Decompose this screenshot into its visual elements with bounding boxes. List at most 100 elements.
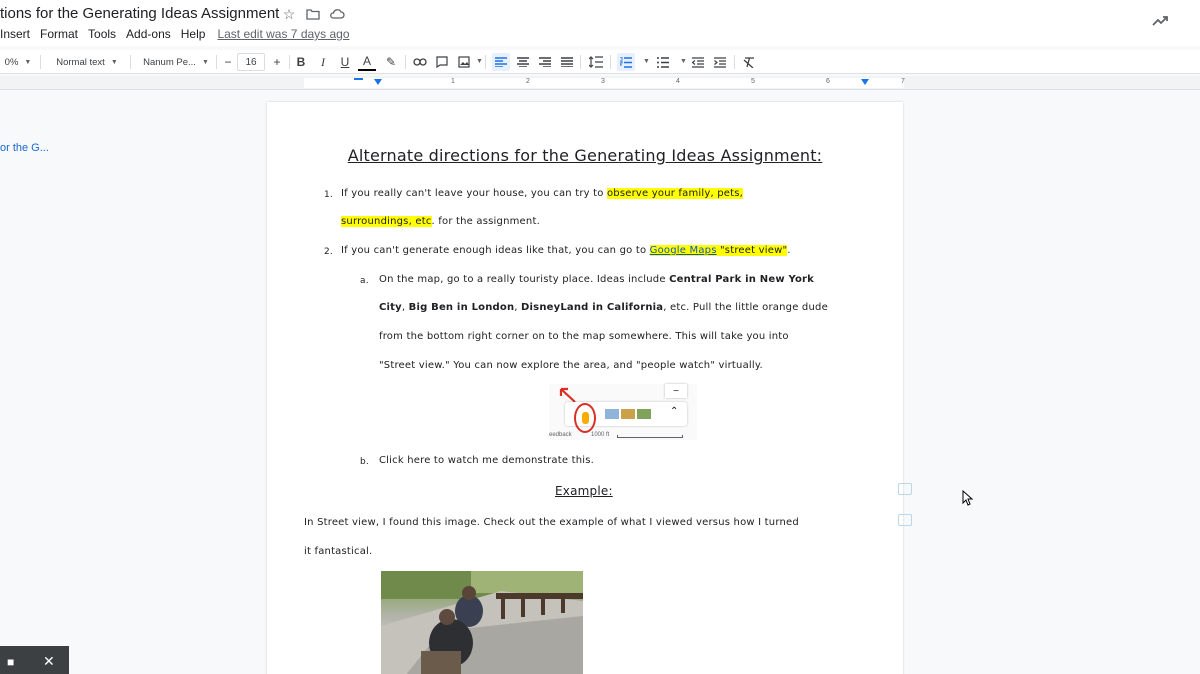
pegman-icon xyxy=(574,403,596,433)
sub-item-a-line-1: On the map, go to a really touristy plac… xyxy=(379,274,814,285)
underline-button[interactable]: U xyxy=(336,53,354,71)
bold-button[interactable]: B xyxy=(292,53,310,71)
ruler-number: 3 xyxy=(601,78,605,85)
thumbnail-image xyxy=(605,409,619,419)
toolbar-divider xyxy=(734,55,735,69)
list-letter: b. xyxy=(360,457,369,467)
increase-font-size-button[interactable]: + xyxy=(268,53,286,71)
pegman-figure xyxy=(582,412,589,424)
zoom-select[interactable]: 0% ▼ xyxy=(0,53,36,71)
bold-text: Central Park in New York xyxy=(669,274,815,285)
google-maps-link[interactable]: Google Maps xyxy=(650,245,717,256)
chevron-down-icon: ▼ xyxy=(201,58,209,66)
toolbar-divider xyxy=(130,55,131,69)
last-edit-link[interactable]: Last edit was 7 days ago xyxy=(217,27,349,41)
ruler[interactable]: 1 2 3 4 5 6 7 xyxy=(0,76,1200,90)
map-feedback-label: eedback xyxy=(549,432,572,438)
close-icon[interactable]: ✕ xyxy=(43,653,55,670)
list-item-2: If you can't generate enough ideas like … xyxy=(341,245,791,256)
align-right-icon[interactable] xyxy=(536,53,554,71)
sub-item-a-line-3: from the bottom right corner on to the m… xyxy=(379,331,789,342)
formatting-toolbar: 0% ▼ Normal text ▼ Nanum Pe... ▼ − 16 + B I… xyxy=(0,50,1200,74)
title-icons: ☆ xyxy=(281,6,345,22)
right-indent-marker[interactable] xyxy=(861,79,869,85)
text-run: If you can't generate enough ideas like … xyxy=(341,245,650,256)
sub-item-b[interactable]: Click here to watch me demonstrate this. xyxy=(379,455,594,466)
expand-icon: ⌃ xyxy=(670,406,679,417)
line-spacing-icon[interactable] xyxy=(587,53,605,71)
insert-image-icon[interactable] xyxy=(455,53,473,71)
docs-app: tions for the Generating Ideas Assignmen… xyxy=(0,0,1200,674)
toolbar-divider xyxy=(405,55,406,69)
toolbar-divider xyxy=(289,55,290,69)
toolbar-divider xyxy=(580,55,581,69)
chevron-down-icon[interactable]: ▼ xyxy=(680,58,687,65)
map-scale-bar xyxy=(617,435,683,438)
activity-trend-icon[interactable] xyxy=(1151,12,1169,30)
bold-text: City xyxy=(379,302,402,313)
cloud-status-icon[interactable] xyxy=(329,6,345,22)
first-line-indent-marker[interactable] xyxy=(354,78,363,80)
highlighted-text: "street view" xyxy=(716,245,788,256)
add-comment-icon[interactable] xyxy=(433,53,451,71)
italic-button[interactable]: I xyxy=(314,53,332,71)
zoom-value: 0% xyxy=(4,56,19,68)
font-size-input[interactable]: 16 xyxy=(237,53,265,71)
chevron-down-icon[interactable]: ▼ xyxy=(643,58,650,65)
justify-icon[interactable] xyxy=(558,53,576,71)
text-run: . xyxy=(787,245,791,256)
menu-help[interactable]: Help xyxy=(181,27,206,41)
ruler-number: 1 xyxy=(451,78,455,85)
toolbar-divider xyxy=(485,55,486,69)
insert-link-icon[interactable] xyxy=(411,53,429,71)
document-title[interactable]: tions for the Generating Ideas Assignmen… xyxy=(0,5,279,22)
list-item-1-line-1: If you really can't leave your house, yo… xyxy=(341,188,744,199)
star-icon[interactable]: ☆ xyxy=(281,6,297,22)
text-run: . for the assignment. xyxy=(431,216,540,227)
title-bar: tions for the Generating Ideas Assignmen… xyxy=(0,0,1200,46)
document-heading: Alternate directions for the Generating … xyxy=(347,146,823,165)
text-run: , etc. Pull the little orange dude xyxy=(663,302,828,313)
camera-icon[interactable]: ■ xyxy=(7,655,14,669)
mouse-cursor-icon xyxy=(962,490,974,506)
menu-addons[interactable]: Add-ons xyxy=(126,27,171,41)
decrease-indent-icon[interactable] xyxy=(689,53,707,71)
list-number: 2. xyxy=(324,247,333,257)
thumbnail-image xyxy=(637,409,651,419)
highlighted-text: surroundings, etc xyxy=(341,216,432,227)
move-folder-icon[interactable] xyxy=(305,6,321,22)
left-indent-marker[interactable] xyxy=(374,79,382,85)
street-view-photo[interactable] xyxy=(381,571,583,674)
outline-item[interactable]: or the G... xyxy=(0,142,49,154)
highlight-pen-icon[interactable]: ✎ xyxy=(382,53,400,71)
ruler-number: 5 xyxy=(751,78,755,85)
document-page[interactable]: Alternate directions for the Generating … xyxy=(267,102,903,674)
decrease-font-size-button[interactable]: − xyxy=(219,53,237,71)
map-scale-label: 1000 ft xyxy=(591,432,610,438)
toolbar-divider xyxy=(610,55,611,69)
align-center-icon[interactable] xyxy=(514,53,532,71)
toolbar-divider xyxy=(40,55,41,69)
align-left-icon[interactable] xyxy=(492,53,510,71)
numbered-list-icon[interactable] xyxy=(617,53,635,71)
menu-insert[interactable]: Insert xyxy=(0,27,30,41)
chevron-down-icon[interactable]: ▼ xyxy=(476,58,483,65)
text-color-button[interactable]: A xyxy=(358,53,376,71)
highlighted-link-wrap: Google Maps "street view" xyxy=(649,245,788,256)
highlighted-text: observe your family, pets, xyxy=(606,188,744,199)
menu-bar: Insert Format Tools Add-ons Help Last ed… xyxy=(0,27,360,41)
menu-format[interactable]: Format xyxy=(40,27,78,41)
menu-tools[interactable]: Tools xyxy=(88,27,116,41)
ruler-number: 6 xyxy=(826,78,830,85)
text-run: If you really can't leave your house, yo… xyxy=(341,188,607,199)
bulleted-list-icon[interactable] xyxy=(654,53,672,71)
increase-indent-icon[interactable] xyxy=(711,53,729,71)
thumbnail-image xyxy=(621,409,635,419)
add-comment-side-icon[interactable] xyxy=(898,483,912,495)
toolbar-divider xyxy=(216,55,217,69)
font-select[interactable]: Nanum Pe... ▼ xyxy=(139,53,213,71)
text-run: On the map, go to a really touristy plac… xyxy=(379,274,670,285)
style-select[interactable]: Normal text ▼ xyxy=(50,53,124,71)
add-image-side-icon[interactable] xyxy=(898,514,912,526)
clear-formatting-icon[interactable] xyxy=(740,53,758,71)
